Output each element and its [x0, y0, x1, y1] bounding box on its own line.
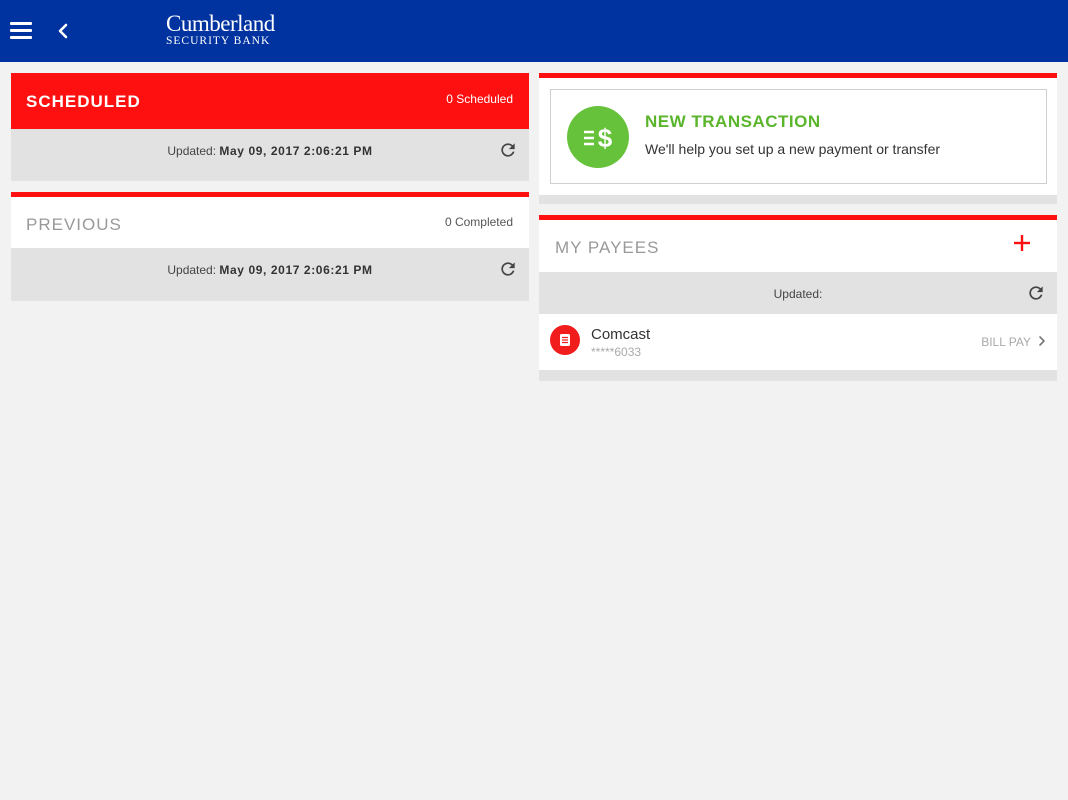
money-transfer-icon: $	[567, 106, 629, 168]
back-icon[interactable]	[54, 18, 74, 44]
card-bottom-strip	[539, 370, 1057, 381]
top-app-bar: Cumberland SECURITY BANK	[0, 0, 1068, 62]
new-transaction-button[interactable]: $ NEW TRANSACTION We'll help you set up …	[550, 89, 1047, 184]
my-payees-title: MY PAYEES	[555, 238, 660, 257]
payee-name: Comcast	[591, 326, 651, 343]
scheduled-updated-bar: Updated: May 09, 2017 2:06:21 PM	[11, 129, 529, 181]
bill-icon	[550, 325, 580, 355]
refresh-icon[interactable]	[498, 259, 518, 279]
logo-sub-text: SECURITY BANK	[166, 35, 271, 47]
scheduled-title: SCHEDULED	[26, 92, 141, 111]
scheduled-card[interactable]: SCHEDULED 0 Scheduled Updated: May 09, 2…	[11, 73, 529, 181]
scheduled-count: 0 Scheduled	[446, 92, 513, 106]
previous-updated-text: Updated: May 09, 2017 2:06:21 PM	[11, 263, 529, 277]
chevron-right-icon	[1039, 336, 1045, 346]
payees-updated-text: Updated:	[773, 287, 823, 301]
updated-timestamp: May 09, 2017 2:06:21 PM	[219, 144, 373, 158]
previous-count: 0 Completed	[444, 215, 513, 229]
payee-account-number: *****6033	[591, 345, 642, 359]
previous-updated-bar: Updated: May 09, 2017 2:06:21 PM	[11, 248, 529, 301]
new-transaction-title: NEW TRANSACTION	[645, 112, 821, 131]
svg-text:$: $	[598, 123, 613, 153]
refresh-icon[interactable]	[1026, 283, 1046, 303]
card-bottom-strip	[539, 195, 1057, 204]
updated-timestamp: May 09, 2017 2:06:21 PM	[219, 263, 373, 277]
payee-type-label: BILL PAY	[981, 335, 1031, 349]
logo-main-text: Cumberland	[166, 11, 275, 36]
scheduled-updated-text: Updated: May 09, 2017 2:06:21 PM	[11, 144, 529, 158]
new-transaction-subtitle: We'll help you set up a new payment or t…	[645, 141, 941, 157]
new-transaction-card: $ NEW TRANSACTION We'll help you set up …	[539, 73, 1057, 204]
payees-updated-bar: Updated:	[539, 272, 1057, 314]
bank-logo[interactable]: Cumberland SECURITY BANK	[166, 11, 275, 47]
refresh-icon[interactable]	[498, 140, 518, 160]
previous-card[interactable]: PREVIOUS 0 Completed Updated: May 09, 20…	[11, 192, 529, 301]
my-payees-card: MY PAYEES Updated: Comcast *****6033 BIL…	[539, 215, 1057, 381]
scheduled-header[interactable]: SCHEDULED 0 Scheduled	[11, 73, 529, 129]
updated-label: Updated:	[167, 263, 217, 277]
payee-row[interactable]: Comcast *****6033 BILL PAY	[539, 314, 1057, 370]
updated-label: Updated:	[167, 144, 217, 158]
add-icon[interactable]	[1013, 234, 1031, 252]
previous-title: PREVIOUS	[26, 215, 122, 234]
menu-icon[interactable]	[10, 22, 32, 40]
